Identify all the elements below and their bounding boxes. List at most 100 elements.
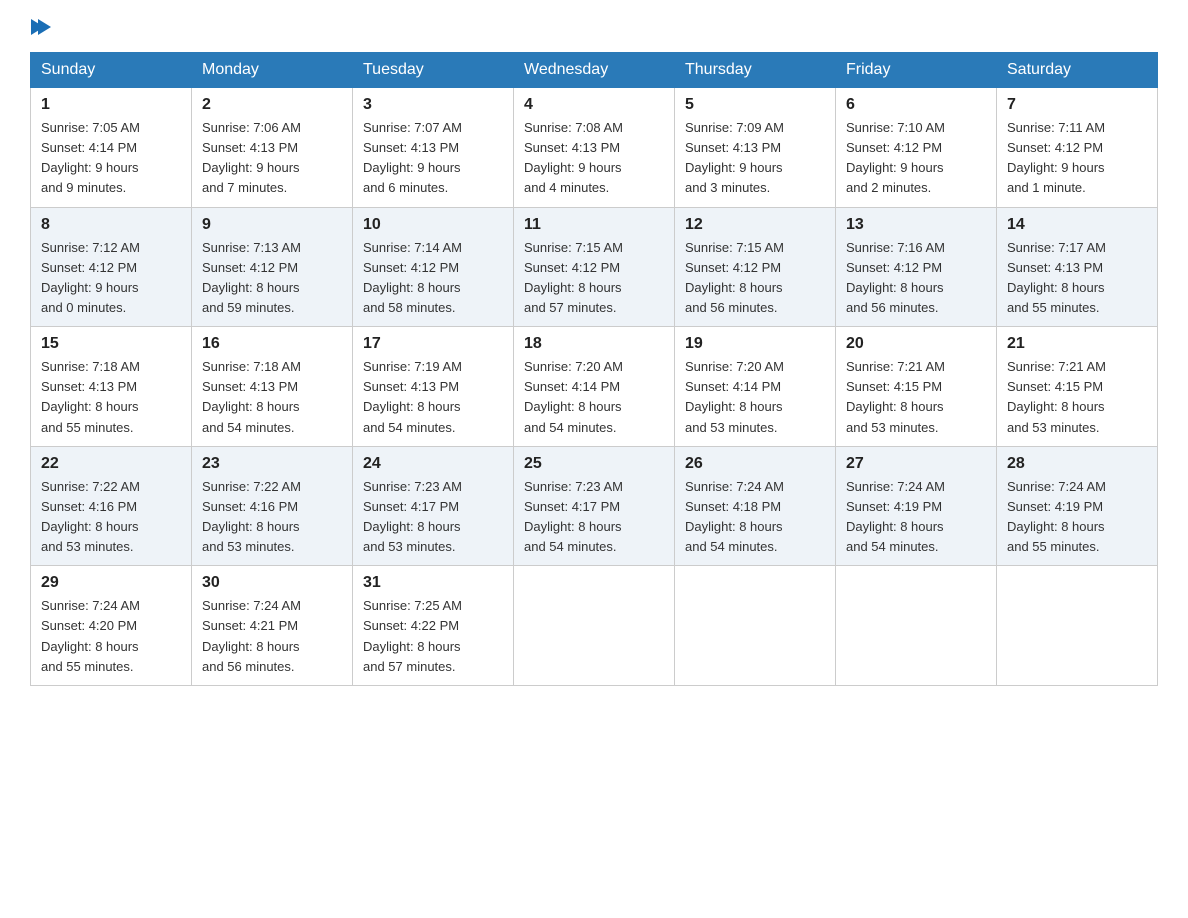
day-info: Sunrise: 7:23 AMSunset: 4:17 PMDaylight:… [363,479,462,554]
day-info: Sunrise: 7:22 AMSunset: 4:16 PMDaylight:… [41,479,140,554]
calendar-cell: 8 Sunrise: 7:12 AMSunset: 4:12 PMDayligh… [31,207,192,327]
col-header-friday: Friday [836,53,997,88]
day-number: 8 [41,216,181,234]
calendar-week-row: 22 Sunrise: 7:22 AMSunset: 4:16 PMDaylig… [31,446,1158,566]
day-info: Sunrise: 7:19 AMSunset: 4:13 PMDaylight:… [363,359,462,434]
day-info: Sunrise: 7:24 AMSunset: 4:18 PMDaylight:… [685,479,784,554]
day-info: Sunrise: 7:09 AMSunset: 4:13 PMDaylight:… [685,120,784,195]
day-number: 17 [363,335,503,353]
calendar-cell: 18 Sunrise: 7:20 AMSunset: 4:14 PMDaylig… [514,327,675,447]
day-number: 22 [41,455,181,473]
calendar-cell: 23 Sunrise: 7:22 AMSunset: 4:16 PMDaylig… [192,446,353,566]
logo-chevron2-icon [38,19,51,35]
day-number: 26 [685,455,825,473]
calendar-cell: 25 Sunrise: 7:23 AMSunset: 4:17 PMDaylig… [514,446,675,566]
day-info: Sunrise: 7:12 AMSunset: 4:12 PMDaylight:… [41,240,140,315]
calendar-table: SundayMondayTuesdayWednesdayThursdayFrid… [30,52,1158,686]
day-info: Sunrise: 7:18 AMSunset: 4:13 PMDaylight:… [202,359,301,434]
day-info: Sunrise: 7:16 AMSunset: 4:12 PMDaylight:… [846,240,945,315]
day-info: Sunrise: 7:06 AMSunset: 4:13 PMDaylight:… [202,120,301,195]
day-info: Sunrise: 7:10 AMSunset: 4:12 PMDaylight:… [846,120,945,195]
day-number: 4 [524,96,664,114]
day-info: Sunrise: 7:23 AMSunset: 4:17 PMDaylight:… [524,479,623,554]
calendar-cell: 15 Sunrise: 7:18 AMSunset: 4:13 PMDaylig… [31,327,192,447]
day-number: 9 [202,216,342,234]
day-info: Sunrise: 7:24 AMSunset: 4:19 PMDaylight:… [846,479,945,554]
day-info: Sunrise: 7:25 AMSunset: 4:22 PMDaylight:… [363,598,462,673]
calendar-cell: 12 Sunrise: 7:15 AMSunset: 4:12 PMDaylig… [675,207,836,327]
calendar-week-row: 8 Sunrise: 7:12 AMSunset: 4:12 PMDayligh… [31,207,1158,327]
day-number: 23 [202,455,342,473]
day-info: Sunrise: 7:15 AMSunset: 4:12 PMDaylight:… [524,240,623,315]
day-number: 7 [1007,96,1147,114]
calendar-cell: 9 Sunrise: 7:13 AMSunset: 4:12 PMDayligh… [192,207,353,327]
col-header-monday: Monday [192,53,353,88]
day-number: 11 [524,216,664,234]
day-number: 28 [1007,455,1147,473]
day-number: 18 [524,335,664,353]
calendar-week-row: 29 Sunrise: 7:24 AMSunset: 4:20 PMDaylig… [31,566,1158,686]
day-info: Sunrise: 7:20 AMSunset: 4:14 PMDaylight:… [685,359,784,434]
col-header-wednesday: Wednesday [514,53,675,88]
col-header-tuesday: Tuesday [353,53,514,88]
day-number: 6 [846,96,986,114]
day-info: Sunrise: 7:24 AMSunset: 4:20 PMDaylight:… [41,598,140,673]
calendar-cell: 30 Sunrise: 7:24 AMSunset: 4:21 PMDaylig… [192,566,353,686]
page-header [30,20,1158,32]
calendar-cell: 11 Sunrise: 7:15 AMSunset: 4:12 PMDaylig… [514,207,675,327]
col-header-thursday: Thursday [675,53,836,88]
day-number: 16 [202,335,342,353]
day-number: 3 [363,96,503,114]
col-header-sunday: Sunday [31,53,192,88]
day-number: 1 [41,96,181,114]
day-info: Sunrise: 7:14 AMSunset: 4:12 PMDaylight:… [363,240,462,315]
day-number: 14 [1007,216,1147,234]
calendar-cell [836,566,997,686]
day-number: 19 [685,335,825,353]
calendar-cell: 13 Sunrise: 7:16 AMSunset: 4:12 PMDaylig… [836,207,997,327]
day-number: 5 [685,96,825,114]
calendar-cell: 24 Sunrise: 7:23 AMSunset: 4:17 PMDaylig… [353,446,514,566]
day-number: 15 [41,335,181,353]
day-info: Sunrise: 7:21 AMSunset: 4:15 PMDaylight:… [1007,359,1106,434]
calendar-cell: 22 Sunrise: 7:22 AMSunset: 4:16 PMDaylig… [31,446,192,566]
day-info: Sunrise: 7:17 AMSunset: 4:13 PMDaylight:… [1007,240,1106,315]
day-number: 30 [202,574,342,592]
calendar-cell: 21 Sunrise: 7:21 AMSunset: 4:15 PMDaylig… [997,327,1158,447]
day-info: Sunrise: 7:22 AMSunset: 4:16 PMDaylight:… [202,479,301,554]
calendar-cell: 14 Sunrise: 7:17 AMSunset: 4:13 PMDaylig… [997,207,1158,327]
day-number: 21 [1007,335,1147,353]
calendar-cell: 10 Sunrise: 7:14 AMSunset: 4:12 PMDaylig… [353,207,514,327]
day-info: Sunrise: 7:15 AMSunset: 4:12 PMDaylight:… [685,240,784,315]
calendar-cell: 20 Sunrise: 7:21 AMSunset: 4:15 PMDaylig… [836,327,997,447]
day-info: Sunrise: 7:21 AMSunset: 4:15 PMDaylight:… [846,359,945,434]
calendar-cell [675,566,836,686]
day-number: 27 [846,455,986,473]
calendar-cell: 7 Sunrise: 7:11 AMSunset: 4:12 PMDayligh… [997,88,1158,208]
day-info: Sunrise: 7:05 AMSunset: 4:14 PMDaylight:… [41,120,140,195]
calendar-week-row: 15 Sunrise: 7:18 AMSunset: 4:13 PMDaylig… [31,327,1158,447]
day-number: 10 [363,216,503,234]
calendar-cell: 3 Sunrise: 7:07 AMSunset: 4:13 PMDayligh… [353,88,514,208]
day-number: 29 [41,574,181,592]
col-header-saturday: Saturday [997,53,1158,88]
calendar-cell: 6 Sunrise: 7:10 AMSunset: 4:12 PMDayligh… [836,88,997,208]
calendar-cell [997,566,1158,686]
calendar-cell: 29 Sunrise: 7:24 AMSunset: 4:20 PMDaylig… [31,566,192,686]
calendar-cell: 27 Sunrise: 7:24 AMSunset: 4:19 PMDaylig… [836,446,997,566]
day-number: 12 [685,216,825,234]
day-info: Sunrise: 7:11 AMSunset: 4:12 PMDaylight:… [1007,120,1105,195]
calendar-cell: 26 Sunrise: 7:24 AMSunset: 4:18 PMDaylig… [675,446,836,566]
calendar-cell: 31 Sunrise: 7:25 AMSunset: 4:22 PMDaylig… [353,566,514,686]
calendar-header-row: SundayMondayTuesdayWednesdayThursdayFrid… [31,53,1158,88]
logo [30,20,51,32]
day-number: 31 [363,574,503,592]
calendar-week-row: 1 Sunrise: 7:05 AMSunset: 4:14 PMDayligh… [31,88,1158,208]
day-info: Sunrise: 7:08 AMSunset: 4:13 PMDaylight:… [524,120,623,195]
day-info: Sunrise: 7:24 AMSunset: 4:19 PMDaylight:… [1007,479,1106,554]
day-info: Sunrise: 7:13 AMSunset: 4:12 PMDaylight:… [202,240,301,315]
calendar-cell: 17 Sunrise: 7:19 AMSunset: 4:13 PMDaylig… [353,327,514,447]
calendar-cell: 1 Sunrise: 7:05 AMSunset: 4:14 PMDayligh… [31,88,192,208]
calendar-cell: 28 Sunrise: 7:24 AMSunset: 4:19 PMDaylig… [997,446,1158,566]
day-info: Sunrise: 7:20 AMSunset: 4:14 PMDaylight:… [524,359,623,434]
